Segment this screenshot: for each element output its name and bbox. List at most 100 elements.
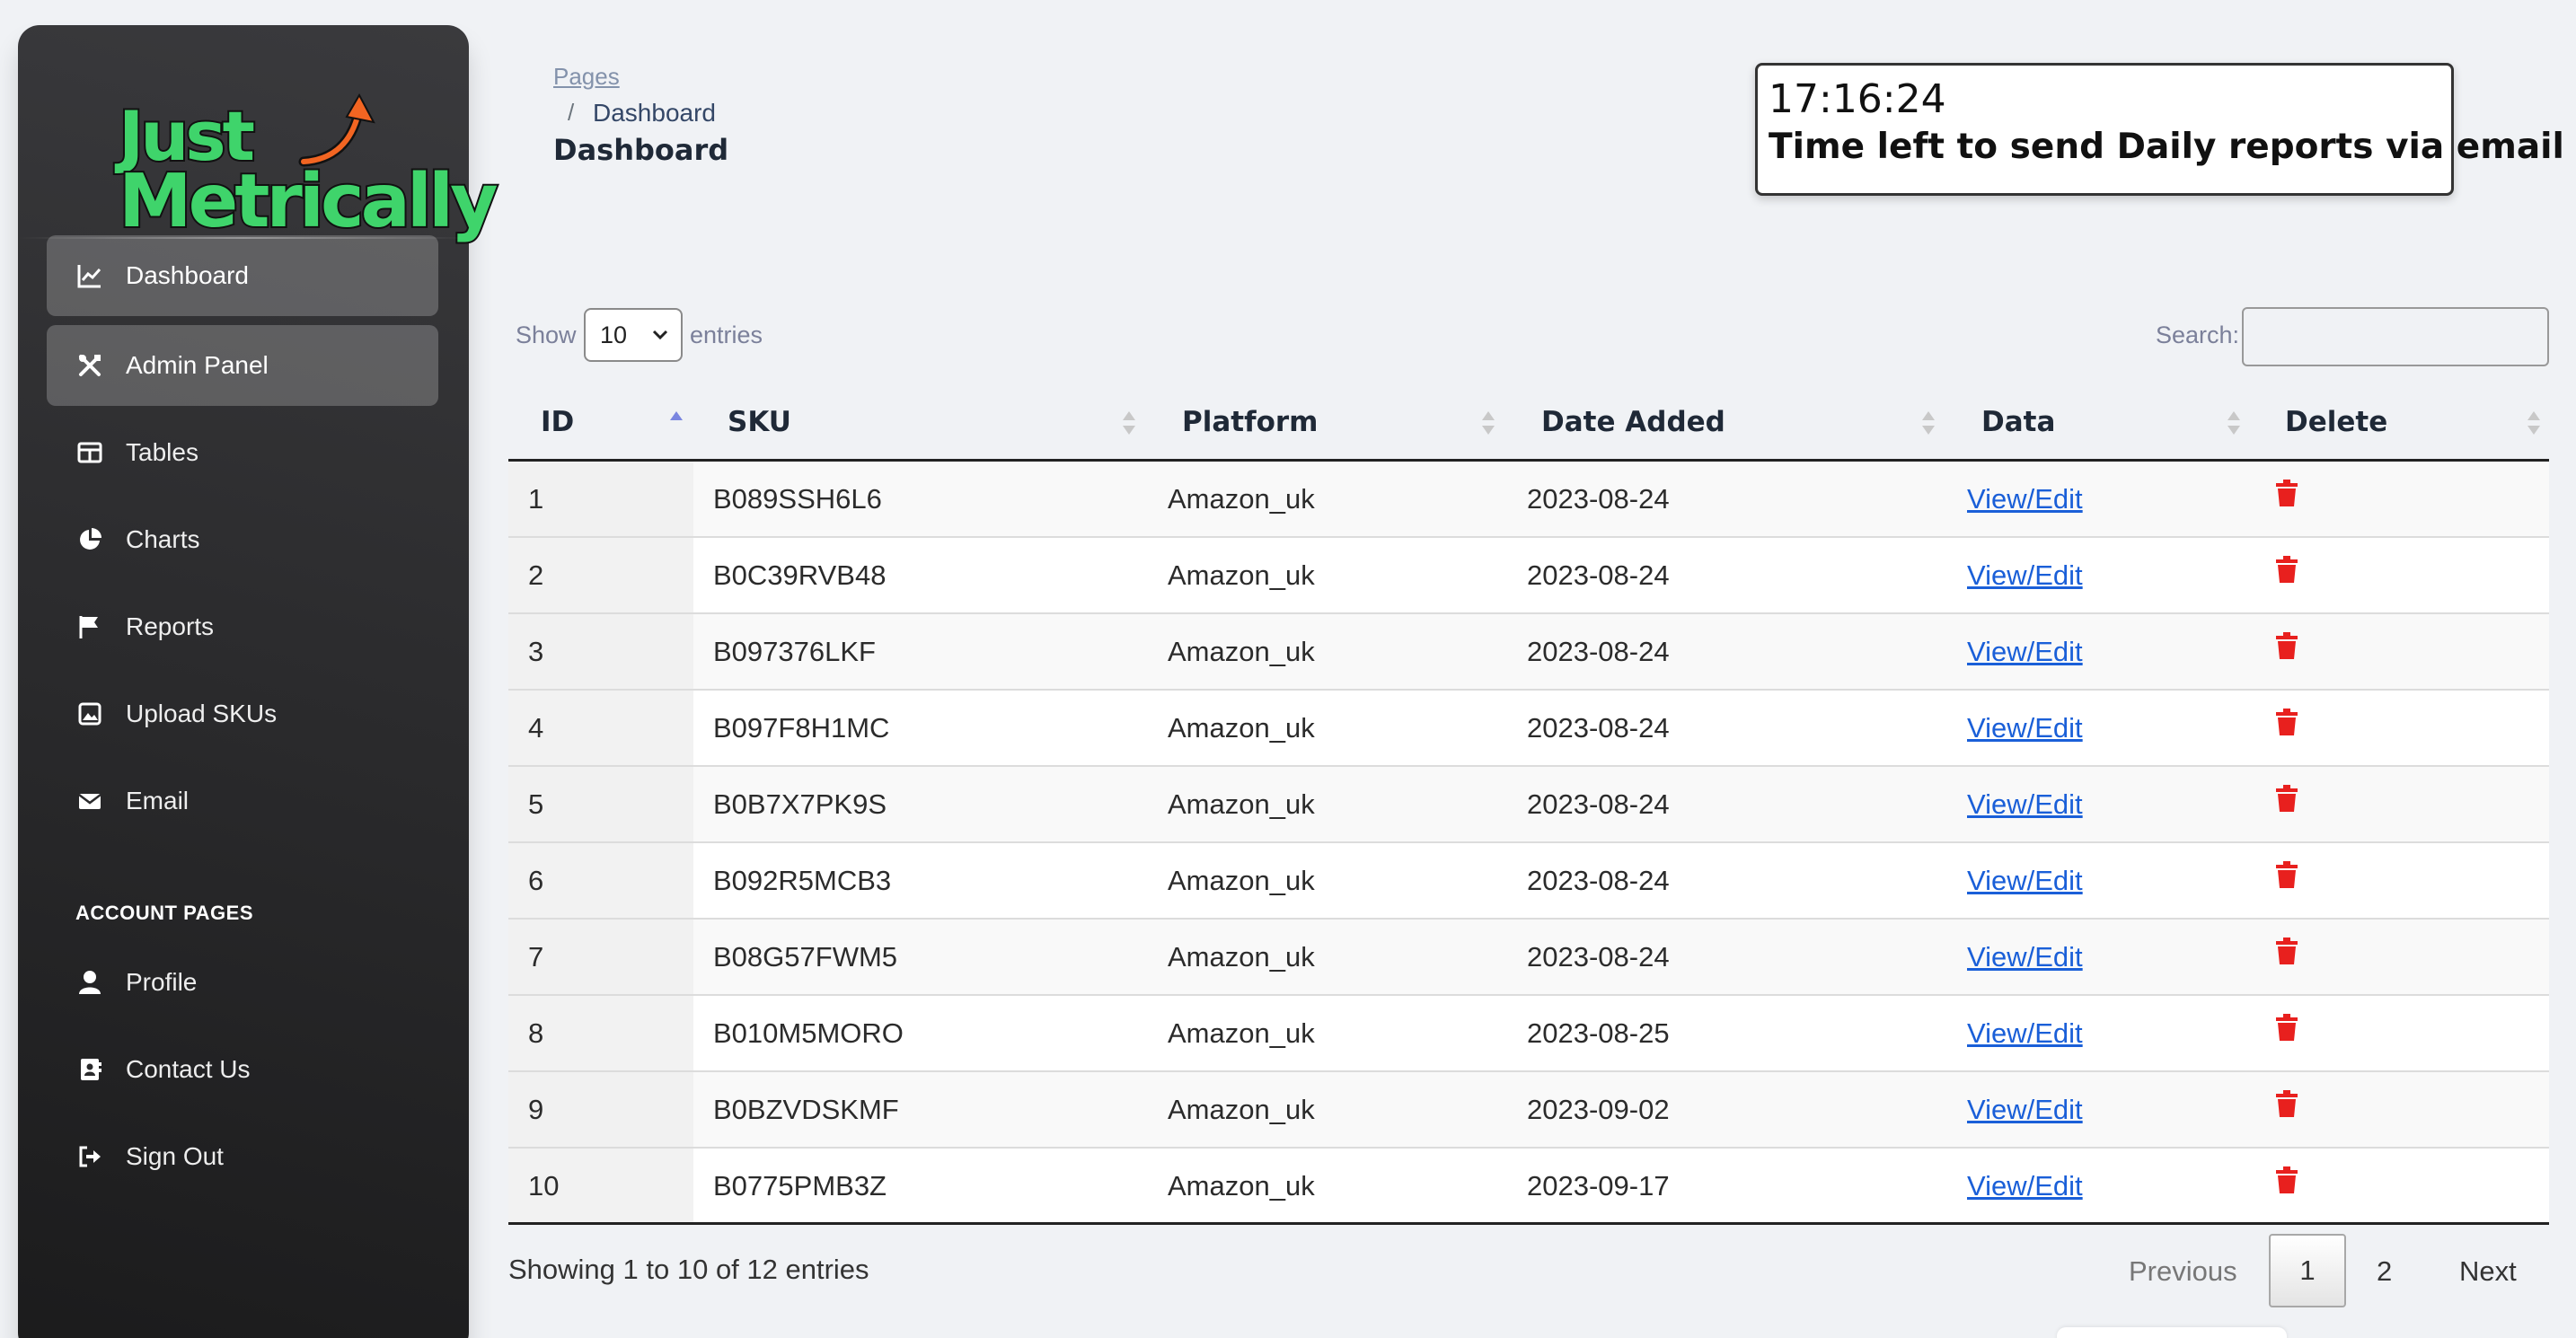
- sidebar-item-charts[interactable]: Charts: [47, 499, 438, 580]
- trash-icon[interactable]: [2276, 556, 2298, 590]
- brand-logo[interactable]: Just Metrically: [99, 72, 500, 242]
- sort-ascending-icon[interactable]: [670, 411, 683, 436]
- pagination-page-2[interactable]: 2: [2377, 1255, 2392, 1288]
- sidebar-item-admin-panel[interactable]: Admin Panel: [47, 325, 438, 406]
- image-upload-icon: [75, 700, 104, 728]
- sidebar-item-upload-skus[interactable]: Upload SKUs: [47, 673, 438, 754]
- cell-date-added: 2023-08-24: [1527, 483, 1670, 515]
- pagination-previous[interactable]: Previous: [2129, 1255, 2237, 1288]
- view-edit-link[interactable]: View/Edit: [1967, 636, 2083, 668]
- cell-platform: Amazon_uk: [1168, 941, 1315, 973]
- trash-icon[interactable]: [2276, 1014, 2298, 1048]
- table-row: 4 B097F8H1MC Amazon_uk 2023-08-24 View/Edit: [508, 691, 2549, 767]
- column-header-data[interactable]: Data: [1981, 406, 2055, 438]
- sidebar-item-email[interactable]: Email: [47, 761, 438, 841]
- sidebar-item-label: Email: [126, 787, 190, 814]
- view-edit-link[interactable]: View/Edit: [1967, 941, 2083, 973]
- sort-icon[interactable]: [1482, 411, 1495, 436]
- trash-icon[interactable]: [2276, 785, 2298, 819]
- cell-date-added: 2023-08-25: [1527, 1017, 1670, 1049]
- sidebar-item-label: Upload SKUs: [126, 700, 278, 727]
- sku-table: ID SKU Platform Date Added Data Delete 1…: [508, 386, 2549, 1225]
- timer-message: Time left to send Daily reports via emai…: [1769, 127, 2564, 168]
- sidebar-item-dashboard[interactable]: Dashboard: [47, 235, 438, 316]
- timer-countdown: 17:16:24: [1769, 76, 1946, 122]
- cell-date-added: 2023-08-24: [1527, 712, 1670, 744]
- account-pages-title: ACCOUNT PAGES: [75, 902, 253, 924]
- cell-sku: B010M5MORO: [713, 1017, 904, 1049]
- trash-icon[interactable]: [2276, 632, 2298, 666]
- column-header-sku[interactable]: SKU: [728, 406, 791, 438]
- view-edit-link[interactable]: View/Edit: [1967, 1170, 2083, 1202]
- cell-platform: Amazon_uk: [1168, 788, 1315, 820]
- chart-line-icon: [75, 261, 104, 290]
- column-header-platform[interactable]: Platform: [1182, 406, 1318, 438]
- cell-id: 10: [528, 1170, 560, 1202]
- entries-length-select[interactable]: 10: [584, 308, 683, 362]
- breadcrumb-pages-link[interactable]: Pages: [553, 63, 620, 91]
- table-row: 1 B089SSH6L6 Amazon_uk 2023-08-24 View/Edit: [508, 462, 2549, 538]
- growth-arrow-icon: [298, 92, 375, 167]
- search-label: Search:: [2156, 321, 2240, 348]
- cell-id: 4: [528, 712, 544, 744]
- pagination-next[interactable]: Next: [2459, 1255, 2517, 1288]
- trash-icon[interactable]: [2276, 1090, 2298, 1124]
- table-row: 9 B0BZVDSKMF Amazon_uk 2023-09-02 View/Edit: [508, 1072, 2549, 1149]
- sort-icon[interactable]: [2228, 411, 2240, 436]
- trash-icon[interactable]: [2276, 861, 2298, 895]
- column-header-id[interactable]: ID: [541, 406, 574, 438]
- table-row: 7 B08G57FWM5 Amazon_uk 2023-08-24 View/Edit: [508, 920, 2549, 996]
- view-edit-link[interactable]: View/Edit: [1967, 1094, 2083, 1126]
- sidebar-item-sign-out[interactable]: Sign Out: [47, 1116, 438, 1197]
- view-edit-link[interactable]: View/Edit: [1967, 559, 2083, 592]
- pagination-page-1[interactable]: 1: [2269, 1234, 2346, 1307]
- cell-date-added: 2023-08-24: [1527, 788, 1670, 820]
- trash-icon[interactable]: [2276, 1166, 2298, 1201]
- cell-sku: B0775PMB3Z: [713, 1170, 887, 1202]
- pie-chart-icon: [75, 525, 104, 554]
- sidebar-item-label: Sign Out: [126, 1142, 224, 1170]
- view-edit-link[interactable]: View/Edit: [1967, 483, 2083, 515]
- address-book-icon: [75, 1055, 104, 1084]
- trash-icon[interactable]: [2276, 709, 2298, 743]
- column-header-date-added[interactable]: Date Added: [1541, 406, 1725, 438]
- cell-platform: Amazon_uk: [1168, 483, 1315, 515]
- cell-date-added: 2023-08-24: [1527, 636, 1670, 667]
- view-edit-link[interactable]: View/Edit: [1967, 788, 2083, 821]
- trash-icon[interactable]: [2276, 480, 2298, 514]
- view-edit-link[interactable]: View/Edit: [1967, 865, 2083, 897]
- sign-out-icon: [75, 1142, 104, 1171]
- cell-sku: B08G57FWM5: [713, 941, 898, 973]
- sidebar-item-label: Contact Us: [126, 1055, 251, 1083]
- sort-icon[interactable]: [1123, 411, 1135, 436]
- envelope-icon: [75, 787, 104, 815]
- cell-platform: Amazon_uk: [1168, 1094, 1315, 1125]
- brand-line-2: Metrically: [117, 159, 500, 244]
- trash-icon[interactable]: [2276, 937, 2298, 972]
- sidebar-item-tables[interactable]: Tables: [47, 412, 438, 493]
- page-title: Dashboard: [553, 133, 729, 167]
- cell-date-added: 2023-08-24: [1527, 941, 1670, 973]
- cell-id: 9: [528, 1094, 544, 1125]
- column-header-delete[interactable]: Delete: [2285, 406, 2387, 438]
- sidebar-item-contact-us[interactable]: Contact Us: [47, 1029, 438, 1110]
- cell-platform: Amazon_uk: [1168, 865, 1315, 896]
- cell-id: 2: [528, 559, 544, 591]
- cell-platform: Amazon_uk: [1168, 636, 1315, 667]
- sidebar-item-reports[interactable]: Reports: [47, 586, 438, 667]
- sort-icon[interactable]: [2527, 411, 2540, 436]
- cell-id: 8: [528, 1017, 544, 1049]
- table-row: 3 B097376LKF Amazon_uk 2023-08-24 View/Edit: [508, 614, 2549, 691]
- cell-id: 3: [528, 636, 544, 667]
- cell-sku: B089SSH6L6: [713, 483, 882, 515]
- sidebar-item-label: Admin Panel: [126, 351, 269, 379]
- sort-icon[interactable]: [1922, 411, 1935, 436]
- flag-icon: [75, 612, 104, 641]
- view-edit-link[interactable]: View/Edit: [1967, 1017, 2083, 1050]
- cell-id: 5: [528, 788, 544, 820]
- search-input[interactable]: [2242, 307, 2549, 366]
- sidebar-item-profile[interactable]: Profile: [47, 942, 438, 1023]
- breadcrumb-separator: /: [568, 99, 575, 126]
- table-row: 6 B092R5MCB3 Amazon_uk 2023-08-24 View/Edit: [508, 843, 2549, 920]
- view-edit-link[interactable]: View/Edit: [1967, 712, 2083, 744]
